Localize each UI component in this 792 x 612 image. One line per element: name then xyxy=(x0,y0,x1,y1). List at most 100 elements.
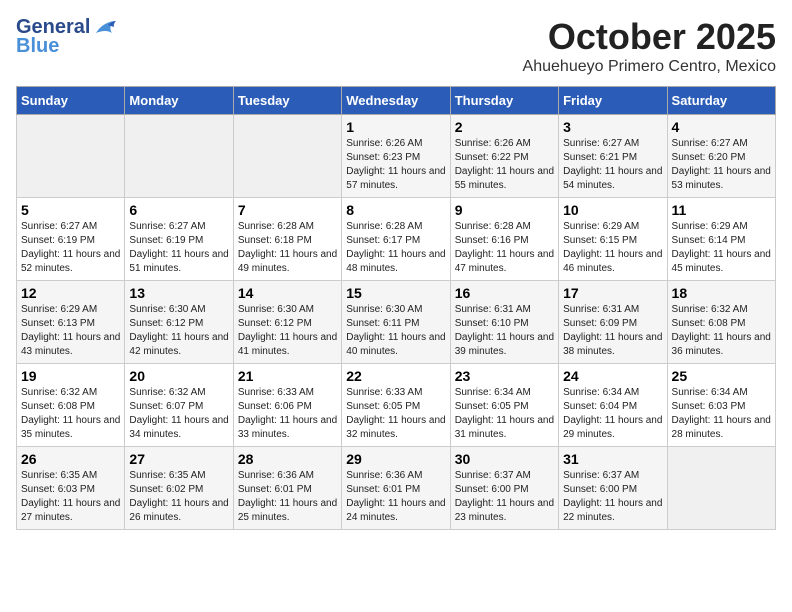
weekday-header-monday: Monday xyxy=(125,87,233,115)
calendar-cell: 22 Sunrise: 6:33 AM Sunset: 6:05 PM Dayli… xyxy=(342,364,450,447)
day-number: 10 xyxy=(563,202,662,218)
calendar-cell: 5Sunrise: 6:27 AM Sunset: 6:19 PM Daylig… xyxy=(17,198,125,281)
weekday-header-tuesday: Tuesday xyxy=(233,87,341,115)
title-block: October 2025 Ahuehueyo Primero Centro, M… xyxy=(523,16,776,76)
page-header: General Blue October 2025 Ahuehueyo Prim… xyxy=(16,16,776,76)
day-detail: Sunrise: 6:31 AM Sunset: 6:09 PM Dayligh… xyxy=(563,303,662,359)
day-number: 25 xyxy=(672,368,771,384)
calendar-cell: 24 Sunrise: 6:34 AM Sunset: 6:04 PM Dayli… xyxy=(559,364,667,447)
calendar-cell: 4 Sunrise: 6:27 AM Sunset: 6:20 PM Daylig… xyxy=(667,115,775,198)
day-detail: Sunrise: 6:32 AM Sunset: 6:07 PM Dayligh… xyxy=(129,386,228,442)
day-number: 16 xyxy=(455,285,554,301)
month-title: October 2025 xyxy=(523,16,776,58)
calendar-cell: 27 Sunrise: 6:35 AM Sunset: 6:02 PM Dayli… xyxy=(125,447,233,530)
day-number: 24 xyxy=(563,368,662,384)
calendar-cell xyxy=(667,447,775,530)
logo-blue: Blue xyxy=(16,35,59,58)
day-number: 23 xyxy=(455,368,554,384)
calendar-week-row: 26Sunrise: 6:35 AM Sunset: 6:03 PM Dayli… xyxy=(17,447,776,530)
calendar-cell: 12 Sunrise: 6:29 AM Sunset: 6:13 PM Dayli… xyxy=(17,281,125,364)
day-detail: Sunrise: 6:33 AM Sunset: 6:05 PM Dayligh… xyxy=(346,386,445,442)
day-number: 17 xyxy=(563,285,662,301)
day-detail: Sunrise: 6:35 AM Sunset: 6:02 PM Dayligh… xyxy=(129,469,228,525)
weekday-header-thursday: Thursday xyxy=(450,87,558,115)
day-detail: Sunrise: 6:37 AM Sunset: 6:00 PM Dayligh… xyxy=(563,469,662,525)
calendar-cell: 28Sunrise: 6:36 AM Sunset: 6:01 PM Dayli… xyxy=(233,447,341,530)
calendar-cell: 30Sunrise: 6:37 AM Sunset: 6:00 PM Dayli… xyxy=(450,447,558,530)
day-number: 20 xyxy=(129,368,228,384)
day-number: 18 xyxy=(672,285,771,301)
day-number: 22 xyxy=(346,368,445,384)
day-number: 6 xyxy=(129,202,228,218)
calendar-cell: 19 Sunrise: 6:32 AM Sunset: 6:08 PM Dayli… xyxy=(17,364,125,447)
day-detail: Sunrise: 6:28 AM Sunset: 6:16 PM Dayligh… xyxy=(455,220,554,276)
day-number: 4 xyxy=(672,119,771,135)
calendar-cell: 23 Sunrise: 6:34 AM Sunset: 6:05 PM Dayli… xyxy=(450,364,558,447)
weekday-header-row: SundayMondayTuesdayWednesdayThursdayFrid… xyxy=(17,87,776,115)
day-number: 12 xyxy=(21,285,120,301)
calendar-cell: 7Sunrise: 6:28 AM Sunset: 6:18 PM Daylig… xyxy=(233,198,341,281)
day-number: 1 xyxy=(346,119,445,135)
day-detail: Sunrise: 6:27 AM Sunset: 6:19 PM Dayligh… xyxy=(129,220,228,276)
day-number: 8 xyxy=(346,202,445,218)
weekday-header-friday: Friday xyxy=(559,87,667,115)
logo: General Blue xyxy=(16,16,116,58)
calendar-cell: 8 Sunrise: 6:28 AM Sunset: 6:17 PM Daylig… xyxy=(342,198,450,281)
calendar-cell: 6 Sunrise: 6:27 AM Sunset: 6:19 PM Daylig… xyxy=(125,198,233,281)
calendar-cell: 29 Sunrise: 6:36 AM Sunset: 6:01 PM Dayli… xyxy=(342,447,450,530)
day-number: 5 xyxy=(21,202,120,218)
calendar-cell: 16 Sunrise: 6:31 AM Sunset: 6:10 PM Dayli… xyxy=(450,281,558,364)
calendar-cell: 21Sunrise: 6:33 AM Sunset: 6:06 PM Dayli… xyxy=(233,364,341,447)
day-detail: Sunrise: 6:27 AM Sunset: 6:20 PM Dayligh… xyxy=(672,137,771,193)
day-detail: Sunrise: 6:26 AM Sunset: 6:22 PM Dayligh… xyxy=(455,137,554,193)
calendar-cell: 2Sunrise: 6:26 AM Sunset: 6:22 PM Daylig… xyxy=(450,115,558,198)
day-number: 29 xyxy=(346,451,445,467)
day-detail: Sunrise: 6:29 AM Sunset: 6:15 PM Dayligh… xyxy=(563,220,662,276)
day-detail: Sunrise: 6:34 AM Sunset: 6:03 PM Dayligh… xyxy=(672,386,771,442)
day-detail: Sunrise: 6:36 AM Sunset: 6:01 PM Dayligh… xyxy=(346,469,445,525)
calendar-week-row: 5 Sunrise: 6:27 AM Sunset: 6:19 PM Daylig… xyxy=(17,198,776,281)
calendar-cell: 3Sunrise: 6:27 AM Sunset: 6:21 PM Daylig… xyxy=(559,115,667,198)
calendar-week-row: 12 Sunrise: 6:29 AM Sunset: 6:13 PM Dayli… xyxy=(17,281,776,364)
day-number: 31 xyxy=(563,451,662,467)
day-detail: Sunrise: 6:30 AM Sunset: 6:12 PM Dayligh… xyxy=(238,303,337,359)
day-detail: Sunrise: 6:30 AM Sunset: 6:12 PM Dayligh… xyxy=(129,303,228,359)
day-detail: Sunrise: 6:32 AM Sunset: 6:08 PM Dayligh… xyxy=(21,386,120,442)
calendar-cell: 18Sunrise: 6:32 AM Sunset: 6:08 PM Dayli… xyxy=(667,281,775,364)
calendar-cell: 15Sunrise: 6:30 AM Sunset: 6:11 PM Dayli… xyxy=(342,281,450,364)
calendar-cell: 9 Sunrise: 6:28 AM Sunset: 6:16 PM Daylig… xyxy=(450,198,558,281)
day-detail: Sunrise: 6:30 AM Sunset: 6:11 PM Dayligh… xyxy=(346,303,445,359)
day-detail: Sunrise: 6:27 AM Sunset: 6:21 PM Dayligh… xyxy=(563,137,662,193)
calendar-cell: 20 Sunrise: 6:32 AM Sunset: 6:07 PM Dayli… xyxy=(125,364,233,447)
day-detail: Sunrise: 6:31 AM Sunset: 6:10 PM Dayligh… xyxy=(455,303,554,359)
day-detail: Sunrise: 6:34 AM Sunset: 6:04 PM Dayligh… xyxy=(563,386,662,442)
calendar-cell: 10 Sunrise: 6:29 AM Sunset: 6:15 PM Dayli… xyxy=(559,198,667,281)
calendar-table: SundayMondayTuesdayWednesdayThursdayFrid… xyxy=(16,86,776,530)
day-number: 27 xyxy=(129,451,228,467)
weekday-header-wednesday: Wednesday xyxy=(342,87,450,115)
weekday-header-sunday: Sunday xyxy=(17,87,125,115)
calendar-cell: 13 Sunrise: 6:30 AM Sunset: 6:12 PM Dayli… xyxy=(125,281,233,364)
calendar-cell xyxy=(17,115,125,198)
day-detail: Sunrise: 6:34 AM Sunset: 6:05 PM Dayligh… xyxy=(455,386,554,442)
weekday-header-saturday: Saturday xyxy=(667,87,775,115)
day-number: 14 xyxy=(238,285,337,301)
day-number: 7 xyxy=(238,202,337,218)
logo-bird-icon xyxy=(94,19,116,37)
calendar-cell: 25 Sunrise: 6:34 AM Sunset: 6:03 PM Dayli… xyxy=(667,364,775,447)
calendar-cell xyxy=(233,115,341,198)
day-detail: Sunrise: 6:28 AM Sunset: 6:17 PM Dayligh… xyxy=(346,220,445,276)
day-number: 26 xyxy=(21,451,120,467)
day-number: 19 xyxy=(21,368,120,384)
day-number: 30 xyxy=(455,451,554,467)
calendar-cell: 17 Sunrise: 6:31 AM Sunset: 6:09 PM Dayli… xyxy=(559,281,667,364)
day-number: 21 xyxy=(238,368,337,384)
calendar-cell: 1Sunrise: 6:26 AM Sunset: 6:23 PM Daylig… xyxy=(342,115,450,198)
day-number: 13 xyxy=(129,285,228,301)
day-number: 9 xyxy=(455,202,554,218)
day-detail: Sunrise: 6:36 AM Sunset: 6:01 PM Dayligh… xyxy=(238,469,337,525)
day-detail: Sunrise: 6:29 AM Sunset: 6:13 PM Dayligh… xyxy=(21,303,120,359)
calendar-cell: 11Sunrise: 6:29 AM Sunset: 6:14 PM Dayli… xyxy=(667,198,775,281)
calendar-cell: 26Sunrise: 6:35 AM Sunset: 6:03 PM Dayli… xyxy=(17,447,125,530)
calendar-cell xyxy=(125,115,233,198)
